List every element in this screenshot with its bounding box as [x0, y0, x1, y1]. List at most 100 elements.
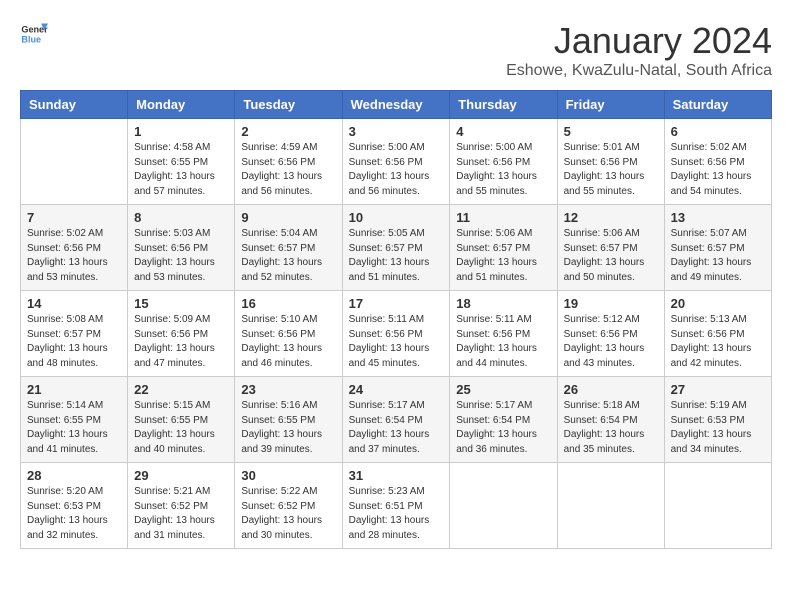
calendar-cell: [450, 463, 557, 549]
day-number: 2: [241, 124, 335, 139]
day-number: 3: [349, 124, 444, 139]
day-info: Sunrise: 5:11 AM Sunset: 6:56 PM Dayligh…: [349, 313, 444, 371]
day-info: Sunrise: 5:20 AM Sunset: 6:53 PM Dayligh…: [27, 485, 121, 543]
day-info: Sunrise: 5:00 AM Sunset: 6:56 PM Dayligh…: [456, 141, 550, 199]
day-info: Sunrise: 5:06 AM Sunset: 6:57 PM Dayligh…: [564, 227, 658, 285]
day-info: Sunrise: 5:16 AM Sunset: 6:55 PM Dayligh…: [241, 399, 335, 457]
calendar-cell: 13 Sunrise: 5:07 AM Sunset: 6:57 PM Dayli…: [664, 205, 771, 291]
day-info: Sunrise: 5:00 AM Sunset: 6:56 PM Dayligh…: [349, 141, 444, 199]
day-number: 27: [671, 382, 765, 397]
page-header: General Blue January 2024 Eshowe, KwaZul…: [20, 20, 772, 80]
day-info: Sunrise: 4:58 AM Sunset: 6:55 PM Dayligh…: [134, 141, 228, 199]
calendar-week-row: 1Sunrise: 4:58 AM Sunset: 6:55 PM Daylig…: [21, 119, 772, 205]
logo: General Blue: [20, 20, 48, 48]
calendar-cell: 22 Sunrise: 5:15 AM Sunset: 6:55 PM Dayli…: [128, 377, 235, 463]
day-info: Sunrise: 5:06 AM Sunset: 6:57 PM Dayligh…: [456, 227, 550, 285]
header-day-thursday: Thursday: [450, 91, 557, 119]
day-number: 26: [564, 382, 658, 397]
calendar-cell: 15 Sunrise: 5:09 AM Sunset: 6:56 PM Dayli…: [128, 291, 235, 377]
day-info: Sunrise: 5:13 AM Sunset: 6:56 PM Dayligh…: [671, 313, 765, 371]
day-number: 11: [456, 210, 550, 225]
calendar-cell: 5Sunrise: 5:01 AM Sunset: 6:56 PM Daylig…: [557, 119, 664, 205]
day-number: 15: [134, 296, 228, 311]
day-number: 20: [671, 296, 765, 311]
day-info: Sunrise: 5:09 AM Sunset: 6:56 PM Dayligh…: [134, 313, 228, 371]
day-number: 9: [241, 210, 335, 225]
day-number: 25: [456, 382, 550, 397]
calendar-cell: 1Sunrise: 4:58 AM Sunset: 6:55 PM Daylig…: [128, 119, 235, 205]
day-number: 19: [564, 296, 658, 311]
calendar-week-row: 21Sunrise: 5:14 AM Sunset: 6:55 PM Dayli…: [21, 377, 772, 463]
day-info: Sunrise: 5:11 AM Sunset: 6:56 PM Dayligh…: [456, 313, 550, 371]
day-number: 31: [349, 468, 444, 483]
calendar-cell: 30 Sunrise: 5:22 AM Sunset: 6:52 PM Dayli…: [235, 463, 342, 549]
calendar-cell: 9 Sunrise: 5:04 AM Sunset: 6:57 PM Daylig…: [235, 205, 342, 291]
calendar-cell: 28Sunrise: 5:20 AM Sunset: 6:53 PM Dayli…: [21, 463, 128, 549]
day-info: Sunrise: 5:18 AM Sunset: 6:54 PM Dayligh…: [564, 399, 658, 457]
header-day-saturday: Saturday: [664, 91, 771, 119]
day-info: Sunrise: 5:02 AM Sunset: 6:56 PM Dayligh…: [27, 227, 121, 285]
day-number: 23: [241, 382, 335, 397]
calendar-cell: 24Sunrise: 5:17 AM Sunset: 6:54 PM Dayli…: [342, 377, 450, 463]
day-info: Sunrise: 5:05 AM Sunset: 6:57 PM Dayligh…: [349, 227, 444, 285]
day-number: 4: [456, 124, 550, 139]
calendar-cell: 14 Sunrise: 5:08 AM Sunset: 6:57 PM Dayli…: [21, 291, 128, 377]
calendar-week-row: 7 Sunrise: 5:02 AM Sunset: 6:56 PM Daylig…: [21, 205, 772, 291]
calendar-cell: 21Sunrise: 5:14 AM Sunset: 6:55 PM Dayli…: [21, 377, 128, 463]
day-info: Sunrise: 5:10 AM Sunset: 6:56 PM Dayligh…: [241, 313, 335, 371]
calendar-cell: 7 Sunrise: 5:02 AM Sunset: 6:56 PM Daylig…: [21, 205, 128, 291]
header-day-wednesday: Wednesday: [342, 91, 450, 119]
calendar-cell: 8 Sunrise: 5:03 AM Sunset: 6:56 PM Daylig…: [128, 205, 235, 291]
calendar-week-row: 14 Sunrise: 5:08 AM Sunset: 6:57 PM Dayli…: [21, 291, 772, 377]
header-day-sunday: Sunday: [21, 91, 128, 119]
day-number: 12: [564, 210, 658, 225]
header-day-tuesday: Tuesday: [235, 91, 342, 119]
calendar-cell: 25 Sunrise: 5:17 AM Sunset: 6:54 PM Dayli…: [450, 377, 557, 463]
day-info: Sunrise: 5:01 AM Sunset: 6:56 PM Dayligh…: [564, 141, 658, 199]
day-number: 14: [27, 296, 121, 311]
calendar-cell: 16 Sunrise: 5:10 AM Sunset: 6:56 PM Dayli…: [235, 291, 342, 377]
day-info: Sunrise: 5:22 AM Sunset: 6:52 PM Dayligh…: [241, 485, 335, 543]
calendar-cell: 17 Sunrise: 5:11 AM Sunset: 6:56 PM Dayli…: [342, 291, 450, 377]
calendar-cell: 6Sunrise: 5:02 AM Sunset: 6:56 PM Daylig…: [664, 119, 771, 205]
month-title: January 2024: [506, 20, 772, 62]
title-area: January 2024 Eshowe, KwaZulu-Natal, Sout…: [506, 20, 772, 80]
svg-text:Blue: Blue: [21, 34, 41, 44]
calendar-header-row: SundayMondayTuesdayWednesdayThursdayFrid…: [21, 91, 772, 119]
day-info: Sunrise: 5:17 AM Sunset: 6:54 PM Dayligh…: [456, 399, 550, 457]
day-number: 16: [241, 296, 335, 311]
day-number: 8: [134, 210, 228, 225]
calendar-cell: 18Sunrise: 5:11 AM Sunset: 6:56 PM Dayli…: [450, 291, 557, 377]
day-number: 24: [349, 382, 444, 397]
calendar-cell: 20 Sunrise: 5:13 AM Sunset: 6:56 PM Dayli…: [664, 291, 771, 377]
calendar-cell: 29Sunrise: 5:21 AM Sunset: 6:52 PM Dayli…: [128, 463, 235, 549]
day-number: 17: [349, 296, 444, 311]
calendar-cell: 11 Sunrise: 5:06 AM Sunset: 6:57 PM Dayli…: [450, 205, 557, 291]
day-info: Sunrise: 5:19 AM Sunset: 6:53 PM Dayligh…: [671, 399, 765, 457]
day-number: 22: [134, 382, 228, 397]
day-info: Sunrise: 5:08 AM Sunset: 6:57 PM Dayligh…: [27, 313, 121, 371]
calendar-cell: 27 Sunrise: 5:19 AM Sunset: 6:53 PM Dayli…: [664, 377, 771, 463]
day-info: Sunrise: 5:07 AM Sunset: 6:57 PM Dayligh…: [671, 227, 765, 285]
day-info: Sunrise: 5:04 AM Sunset: 6:57 PM Dayligh…: [241, 227, 335, 285]
calendar-cell: 4 Sunrise: 5:00 AM Sunset: 6:56 PM Daylig…: [450, 119, 557, 205]
calendar-cell: 3 Sunrise: 5:00 AM Sunset: 6:56 PM Daylig…: [342, 119, 450, 205]
day-number: 7: [27, 210, 121, 225]
calendar-cell: [21, 119, 128, 205]
calendar-week-row: 28Sunrise: 5:20 AM Sunset: 6:53 PM Dayli…: [21, 463, 772, 549]
header-day-monday: Monday: [128, 91, 235, 119]
location-subtitle: Eshowe, KwaZulu-Natal, South Africa: [506, 62, 772, 80]
calendar-cell: 23 Sunrise: 5:16 AM Sunset: 6:55 PM Dayli…: [235, 377, 342, 463]
header-day-friday: Friday: [557, 91, 664, 119]
day-info: Sunrise: 5:12 AM Sunset: 6:56 PM Dayligh…: [564, 313, 658, 371]
day-number: 30: [241, 468, 335, 483]
calendar-cell: [664, 463, 771, 549]
day-info: Sunrise: 5:15 AM Sunset: 6:55 PM Dayligh…: [134, 399, 228, 457]
day-info: Sunrise: 5:14 AM Sunset: 6:55 PM Dayligh…: [27, 399, 121, 457]
day-info: Sunrise: 4:59 AM Sunset: 6:56 PM Dayligh…: [241, 141, 335, 199]
calendar-cell: 26 Sunrise: 5:18 AM Sunset: 6:54 PM Dayli…: [557, 377, 664, 463]
calendar-cell: 31Sunrise: 5:23 AM Sunset: 6:51 PM Dayli…: [342, 463, 450, 549]
day-number: 13: [671, 210, 765, 225]
calendar-cell: 10Sunrise: 5:05 AM Sunset: 6:57 PM Dayli…: [342, 205, 450, 291]
day-info: Sunrise: 5:03 AM Sunset: 6:56 PM Dayligh…: [134, 227, 228, 285]
